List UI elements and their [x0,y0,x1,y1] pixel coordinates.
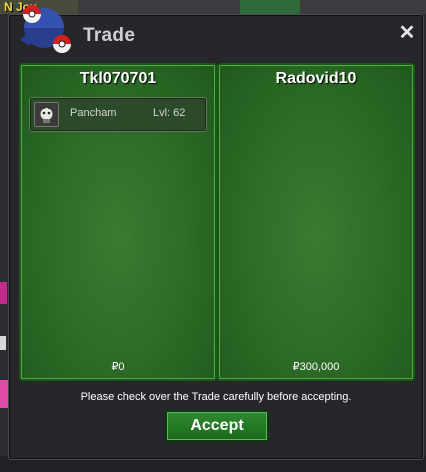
trade-money-offer: ₽0 [111,361,125,373]
trade-item-level: Lvl: 62 [153,107,186,119]
trade-money-offer: ₽300,000 [292,361,340,373]
background-sprite [0,380,8,408]
background-tile [240,0,300,14]
close-icon[interactable]: ✕ [397,23,417,43]
trade-panel-player-name: Tkl070701 [79,70,157,87]
pokemon-sprite-icon [34,102,59,127]
background-sprite [0,336,6,350]
trade-window: Trade ✕ Tkl070701 Pancham Lvl: 62 ₽0 Rad… [8,14,424,460]
background-sprite [0,282,7,304]
accept-button[interactable]: Accept [165,410,269,442]
trade-panel-partner: Radovid10 ₽300,000 [217,63,415,381]
trade-item-name: Pancham [70,107,117,119]
trade-panel-self: Tkl070701 Pancham Lvl: 62 ₽0 [19,63,217,381]
trade-item[interactable]: Pancham Lvl: 62 [29,97,207,132]
trade-panel-player-name: Radovid10 [275,70,357,87]
trade-notice: Please check over the Trade carefully be… [80,391,352,403]
pokeball-logo-icon [20,5,71,53]
window-title: Trade [83,25,136,46]
